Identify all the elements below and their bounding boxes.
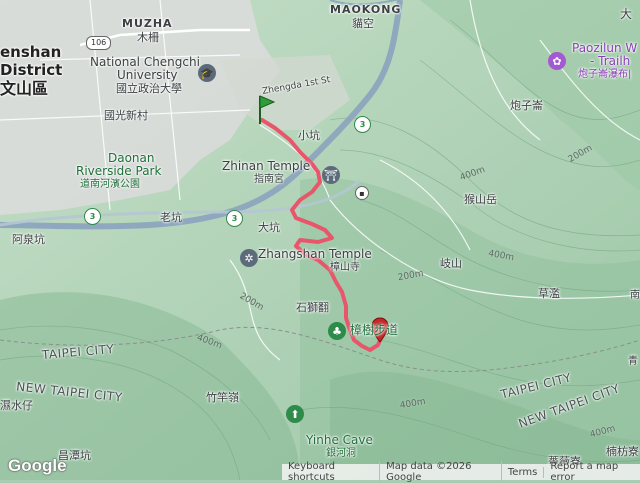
label-qing-corner: 青 — [628, 356, 638, 367]
label-wenshan-en-1: enshan — [0, 43, 62, 61]
label-daonan-2: Riverside Park — [76, 164, 162, 178]
label-nccu-en-2: University — [117, 68, 178, 82]
label-da-corner: 大 — [620, 7, 633, 21]
university-icon[interactable]: 🎓 — [198, 64, 216, 82]
label-yinhe-zh: 銀河洞 — [326, 448, 356, 459]
place-marker-icon[interactable]: ▪ — [355, 186, 369, 200]
label-xiaokeng: 小坑 — [298, 129, 320, 142]
label-maokong-en: MAOKONG — [330, 3, 402, 16]
temple-icon-zhangshan[interactable]: ✲ — [240, 249, 258, 267]
label-maokong-zh: 貓空 — [352, 17, 374, 30]
label-nanfang: 楠枋寮 — [606, 445, 639, 458]
label-wenshan-en-2: District — [0, 61, 63, 79]
label-muzha-en: MUZHA — [122, 17, 173, 30]
label-houshan: 猴山岳 — [464, 193, 497, 206]
label-zhugan: 竹竿嶺 — [206, 391, 239, 404]
label-muzha-zh: 木柵 — [137, 31, 159, 44]
temple-icon[interactable]: ⛩ — [322, 166, 340, 184]
route-106-shield: 106 — [86, 36, 112, 50]
highway-3-shield-a: 3 — [84, 208, 101, 225]
label-paozizan: 炮子崙 — [510, 99, 543, 112]
label-zhangshan-temple: Zhangshan Temple — [258, 247, 372, 261]
label-shishiyi: 石獅翻 — [296, 301, 329, 314]
highway-3-shield-b: 3 — [226, 210, 243, 227]
label-qishan: 岐山 — [440, 257, 462, 270]
label-daonan-zh: 道南河濱公園 — [80, 179, 140, 190]
waterfall-icon[interactable]: ✿ — [548, 52, 566, 70]
highway-3-shield-c: 3 — [354, 116, 371, 133]
label-paozilun-2: - Trailh — [590, 54, 631, 68]
map-footer: Keyboard shortcuts Map data ©2026 Google… — [282, 461, 640, 483]
park-icon-trail[interactable]: ♣ — [328, 322, 346, 340]
cave-icon[interactable]: ⬆ — [286, 405, 304, 423]
label-zhinan-zh: 指南宮 — [254, 174, 284, 185]
terms-link[interactable]: Terms — [502, 466, 545, 478]
label-zhinan-temple: Zhinan Temple — [222, 159, 311, 173]
label-shuizai: 濕水仔 — [0, 399, 33, 412]
label-nan-corner: 南 — [630, 290, 640, 301]
label-paozilun-zh: 炮子崙瀑布| — [578, 69, 632, 80]
label-dakeng: 大坑 — [258, 221, 280, 234]
label-guoguang: 國光新村 — [104, 109, 148, 122]
label-aquankeng: 阿泉坑 — [12, 233, 45, 246]
label-nccu-zh: 國立政治大學 — [116, 82, 182, 95]
label-yinhe-cave: Yinhe Cave — [306, 433, 373, 447]
label-wenshan-zh: 文山區 — [0, 79, 49, 98]
label-zhangshan-zh: 樟山寺 — [330, 262, 360, 273]
label-laokeng: 老坑 — [160, 211, 182, 224]
google-logo[interactable]: Google — [8, 456, 67, 476]
label-caolan: 草濫 — [538, 287, 560, 300]
label-trail: 樟樹步道 — [350, 323, 399, 337]
